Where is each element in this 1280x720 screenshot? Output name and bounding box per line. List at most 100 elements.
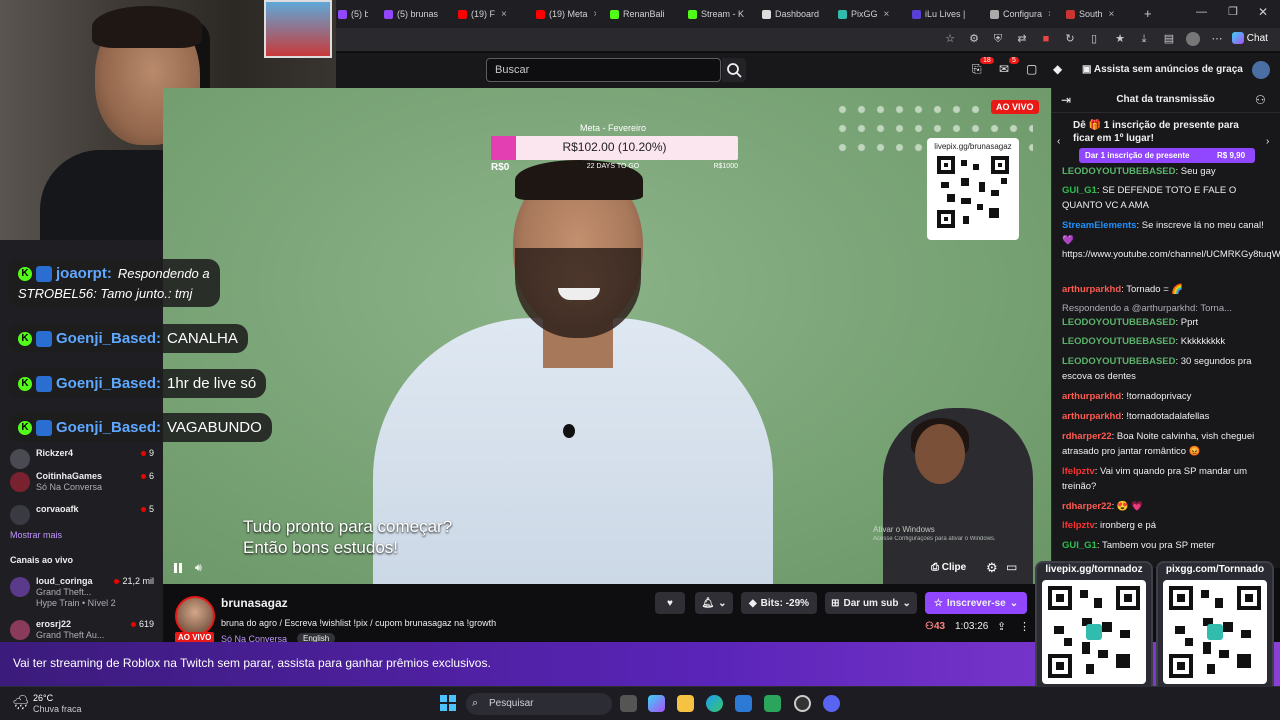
pause-icon [174, 563, 182, 573]
overlay-chat-text: 1hr de live só [167, 375, 257, 392]
followed-channel[interactable]: corvaoafk 5 [8, 503, 158, 533]
chat-users-icon[interactable]: ⚇ [1255, 93, 1266, 107]
video-player[interactable]: Meta - Fevereiro R$102.00 (10.20%) R$0 2… [163, 88, 1051, 584]
chat-username[interactable]: lfelpztv [1062, 520, 1095, 531]
chat-username[interactable]: LEODOYOUTUBEBASED [1062, 317, 1175, 328]
close-tab-icon[interactable]: × [1048, 9, 1050, 20]
chevron-left-icon[interactable]: ‹ [1057, 136, 1060, 147]
chat-username[interactable]: lfelpztv [1062, 466, 1095, 477]
chat-text: : Seu gay [1175, 166, 1216, 177]
obs-icon[interactable] [794, 695, 811, 712]
browser-tab[interactable]: Dashboard× [762, 4, 822, 24]
file-explorer-icon[interactable] [677, 695, 694, 712]
browser-tab[interactable]: iLu Lives | × [912, 4, 972, 24]
chat-username[interactable]: rdharper22 [1062, 431, 1112, 442]
user-avatar[interactable] [1252, 61, 1270, 79]
edge-icon[interactable] [706, 695, 723, 712]
live-channel[interactable]: loud_coringa Grand Theft... Hype Train • N… [8, 575, 158, 615]
browser-tab[interactable]: (5) brunas× [384, 4, 444, 24]
weather-desc[interactable]: Chuva fraca [33, 704, 82, 714]
chat-username[interactable]: LEODOYOUTUBEBASED [1062, 336, 1175, 347]
pause-button[interactable] [173, 562, 185, 576]
followed-channel[interactable]: CoitinhaGames Só Na Conversa 6 [8, 470, 158, 500]
settings-button[interactable]: ⚙ [986, 560, 998, 576]
bits-button[interactable]: ◆ Bits: -29% [741, 592, 817, 614]
chat-username[interactable]: GUI_G1 [1062, 185, 1097, 196]
discord-icon[interactable] [823, 695, 840, 712]
copilot-chat-button[interactable]: Chat [1232, 32, 1268, 44]
app-icon[interactable] [764, 695, 781, 712]
favorite-star-icon[interactable]: ☆ [943, 32, 957, 46]
close-window-button[interactable]: ✕ [1258, 5, 1268, 19]
more-icon[interactable]: ⋯ [1210, 32, 1224, 46]
minimize-button[interactable]: — [1196, 6, 1207, 18]
browser-tab[interactable]: South × [1066, 4, 1126, 24]
download-icon[interactable]: ⤓ [1137, 32, 1151, 46]
chevron-right-icon[interactable]: › [1266, 136, 1269, 147]
channel-avatar[interactable] [175, 596, 215, 636]
browser-tab[interactable]: (19) Meta × [536, 4, 596, 24]
weather-temp[interactable]: 26°C [33, 693, 53, 703]
browser-tab[interactable]: (5) bru× [338, 4, 368, 24]
split-screen-icon[interactable]: ▯ [1087, 32, 1101, 46]
close-tab-icon[interactable]: × [971, 9, 972, 20]
follow-button[interactable]: ♥ [655, 592, 685, 614]
inbox-icon[interactable]: ✉ [999, 62, 1009, 76]
chat-username[interactable]: arthurparkhd [1062, 284, 1121, 295]
show-more-link[interactable]: Mostrar mais [10, 530, 62, 540]
store-icon[interactable] [735, 695, 752, 712]
close-tab-icon[interactable]: × [1109, 9, 1115, 20]
chat-username[interactable]: arthurparkhd [1062, 391, 1121, 402]
clip-button[interactable]: ⎙ Clipe [931, 562, 966, 573]
whispers-icon[interactable]: ▢ [1026, 62, 1037, 76]
notification-bell-button[interactable]: 🔔︎ ⌄ [695, 592, 733, 614]
theater-mode-button[interactable]: ▭ [1006, 560, 1017, 574]
search-button[interactable] [722, 58, 746, 82]
task-view-icon[interactable] [620, 695, 637, 712]
more-options-icon[interactable]: ⋮ [1019, 620, 1030, 633]
live-channels-heading: Canais ao vivo [10, 555, 74, 565]
extension-icon[interactable]: ■ [1039, 32, 1053, 46]
close-tab-icon[interactable]: × [501, 9, 507, 20]
chat-username[interactable]: LEODOYOUTUBEBASED [1062, 356, 1175, 367]
profile-icon[interactable] [1186, 32, 1200, 46]
browser-tab[interactable]: PixGG × [838, 4, 898, 24]
channel-name[interactable]: brunasagaz [221, 596, 288, 610]
start-button[interactable] [440, 695, 456, 711]
bits-icon[interactable]: ◆ [1053, 62, 1062, 76]
gift-sub-chat-label: Dar 1 inscrição de presente [1085, 151, 1190, 160]
translate-icon[interactable]: ⇄ [1015, 32, 1029, 46]
copilot-icon[interactable] [648, 695, 665, 712]
collections-icon[interactable]: ▤ [1162, 32, 1176, 46]
new-tab-button[interactable]: + [1144, 6, 1152, 21]
browser-tab[interactable]: Stream - K× [688, 4, 748, 24]
weather-icon[interactable]: 🌧︎ [12, 694, 30, 711]
gift-sub-button[interactable]: ⊞ Dar um sub ⌄ [825, 592, 917, 614]
taskbar-search[interactable]: Pesquisar [466, 693, 612, 715]
chat-username[interactable]: LEODOYOUTUBEBASED [1062, 166, 1175, 177]
browser-tab[interactable]: Configura × [990, 4, 1050, 24]
shield-icon[interactable]: ⛨ [991, 32, 1005, 46]
refresh-icon[interactable]: ↻ [1063, 32, 1077, 46]
overlay-chat-text: VAGABUNDO [167, 419, 262, 436]
browser-tab[interactable]: RenanBali× [610, 4, 670, 24]
browser-tab[interactable]: (19) F × [458, 4, 518, 24]
favorites-icon[interactable]: ★ [1113, 32, 1127, 46]
chat-username[interactable]: StreamElements [1062, 220, 1136, 231]
tab-favicon-icon [536, 9, 545, 19]
chat-username[interactable]: rdharper22 [1062, 501, 1112, 512]
extension-icon[interactable]: ⚙ [967, 32, 981, 46]
chat-username[interactable]: arthurparkhd [1062, 411, 1121, 422]
turbo-icon: ▣ [1082, 64, 1092, 75]
restore-button[interactable]: ❐ [1228, 5, 1238, 18]
chat-username[interactable]: GUI_G1 [1062, 540, 1097, 551]
turbo-ads-button[interactable]: ▣ Assista sem anúncios de graça [1082, 64, 1243, 75]
volume-button[interactable]: 🔊︎ [195, 562, 202, 575]
subscribe-button[interactable]: ☆ Inscrever-se ⌄ [925, 592, 1027, 614]
close-tab-icon[interactable]: × [884, 9, 890, 20]
share-icon[interactable]: ⇪ [997, 620, 1006, 633]
live-dot-icon [130, 622, 136, 628]
close-tab-icon[interactable]: × [594, 9, 596, 20]
search-input[interactable]: Buscar [486, 58, 721, 82]
prime-loot-icon[interactable]: ⎘ [972, 62, 982, 77]
